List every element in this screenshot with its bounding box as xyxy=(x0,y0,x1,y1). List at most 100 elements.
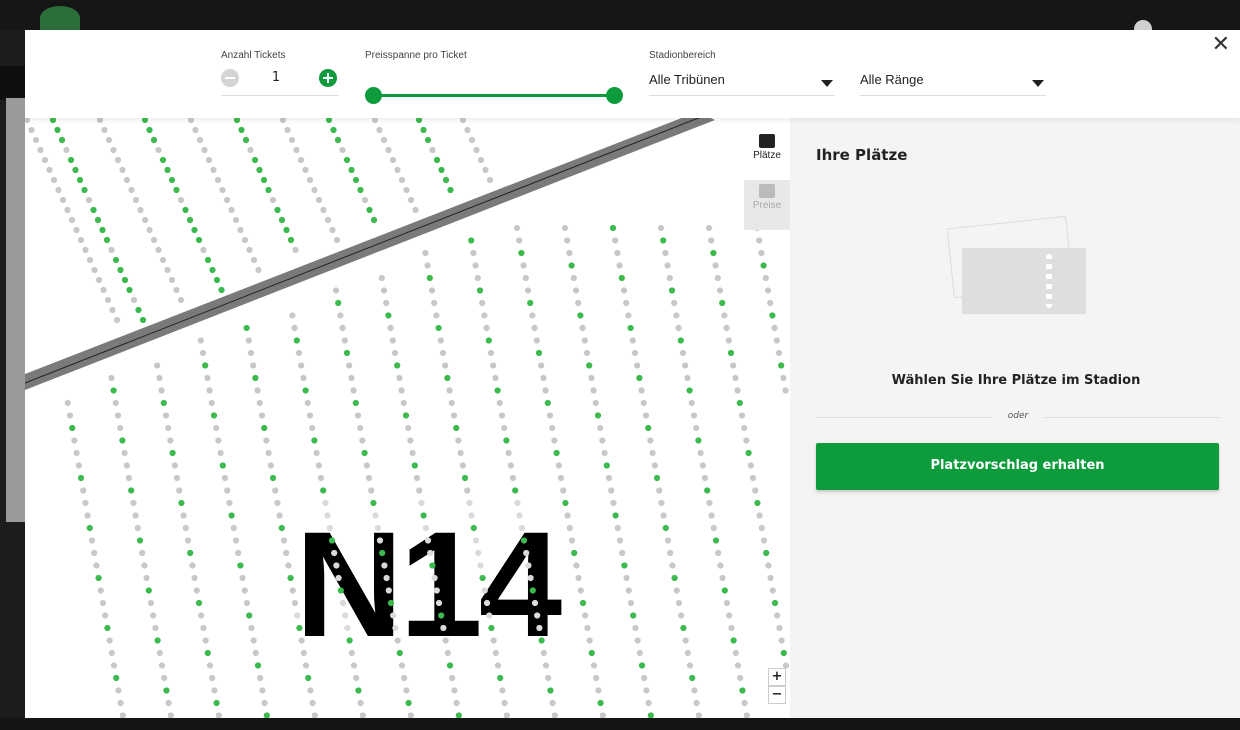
seat[interactable] xyxy=(246,246,253,254)
seat[interactable] xyxy=(119,712,126,718)
seat[interactable] xyxy=(736,399,743,407)
seat[interactable] xyxy=(470,524,477,532)
seat[interactable] xyxy=(516,512,523,519)
seat[interactable] xyxy=(152,624,159,632)
seat[interactable] xyxy=(219,186,226,194)
seat[interactable] xyxy=(468,136,476,144)
seat[interactable] xyxy=(247,349,255,357)
seat[interactable] xyxy=(747,462,754,469)
seat[interactable] xyxy=(664,262,671,269)
seat[interactable] xyxy=(566,249,573,257)
seat[interactable] xyxy=(114,412,122,419)
seat[interactable] xyxy=(91,549,98,557)
seat[interactable] xyxy=(371,118,379,124)
seat[interactable] xyxy=(287,574,294,582)
seat[interactable] xyxy=(95,574,102,582)
seat[interactable] xyxy=(284,126,291,134)
seat[interactable] xyxy=(431,574,438,582)
seat[interactable] xyxy=(553,449,560,457)
seat[interactable] xyxy=(691,687,698,694)
price-range-slider[interactable] xyxy=(365,86,625,106)
seat[interactable] xyxy=(431,299,438,307)
seat[interactable] xyxy=(294,612,301,619)
seat[interactable] xyxy=(209,266,216,274)
seat[interactable] xyxy=(106,637,113,644)
seat[interactable] xyxy=(158,662,166,669)
seat[interactable] xyxy=(383,574,390,582)
seat[interactable] xyxy=(705,224,713,232)
seat[interactable] xyxy=(25,118,31,124)
seat[interactable] xyxy=(429,146,436,154)
tribune-select[interactable]: Alle Tribünen xyxy=(649,66,835,96)
seat[interactable] xyxy=(771,324,778,332)
seat[interactable] xyxy=(41,156,49,164)
seat[interactable] xyxy=(72,166,79,174)
seat[interactable] xyxy=(662,249,669,257)
seat[interactable] xyxy=(440,624,447,632)
seat[interactable] xyxy=(117,266,124,274)
seat[interactable] xyxy=(706,499,713,507)
seat[interactable] xyxy=(191,226,198,234)
seat[interactable] xyxy=(242,136,250,144)
seat[interactable] xyxy=(50,176,58,184)
seat[interactable] xyxy=(263,437,270,444)
seat[interactable] xyxy=(380,287,388,294)
seat[interactable] xyxy=(206,387,213,394)
seat[interactable] xyxy=(608,487,615,494)
seat[interactable] xyxy=(776,624,783,632)
seat[interactable] xyxy=(213,276,221,284)
seat[interactable] xyxy=(296,624,303,632)
seat[interactable] xyxy=(583,349,591,357)
seat[interactable] xyxy=(269,474,277,482)
seat[interactable] xyxy=(763,549,770,557)
seat[interactable] xyxy=(128,487,135,494)
seat[interactable] xyxy=(695,437,702,444)
seat[interactable] xyxy=(741,699,748,707)
seat[interactable] xyxy=(300,374,307,382)
seat[interactable] xyxy=(333,562,340,569)
seat[interactable] xyxy=(669,562,676,569)
seat[interactable] xyxy=(387,324,394,332)
seat[interactable] xyxy=(433,312,440,319)
seat[interactable] xyxy=(470,249,477,257)
seat[interactable] xyxy=(405,424,412,432)
seat[interactable] xyxy=(359,437,366,444)
seat[interactable] xyxy=(429,562,436,569)
seat[interactable] xyxy=(474,274,481,282)
seat[interactable] xyxy=(689,674,696,682)
seat[interactable] xyxy=(192,126,199,134)
seat[interactable] xyxy=(561,224,569,232)
seat[interactable] xyxy=(167,712,174,718)
seat[interactable] xyxy=(544,399,551,407)
seat[interactable] xyxy=(368,487,375,494)
seat[interactable] xyxy=(306,412,314,419)
seat[interactable] xyxy=(614,524,621,532)
seat[interactable] xyxy=(218,286,225,294)
seat[interactable] xyxy=(195,599,203,607)
seat[interactable] xyxy=(739,687,746,694)
seat[interactable] xyxy=(758,249,765,257)
seat[interactable] xyxy=(476,287,484,294)
seat[interactable] xyxy=(483,324,490,332)
seat[interactable] xyxy=(173,474,181,482)
seat[interactable] xyxy=(165,699,172,707)
seat[interactable] xyxy=(206,662,214,669)
seat[interactable] xyxy=(549,699,556,707)
seat[interactable] xyxy=(693,699,700,707)
seat[interactable] xyxy=(85,196,93,204)
seat[interactable] xyxy=(169,449,176,457)
seat[interactable] xyxy=(518,249,525,257)
seat[interactable] xyxy=(250,256,258,264)
seat[interactable] xyxy=(398,176,406,184)
seat[interactable] xyxy=(473,146,480,154)
seat[interactable] xyxy=(108,374,115,382)
seat[interactable] xyxy=(119,166,126,174)
seat[interactable] xyxy=(331,549,338,557)
seat[interactable] xyxy=(341,337,348,344)
seat[interactable] xyxy=(121,276,129,284)
seat[interactable] xyxy=(542,387,549,394)
seat[interactable] xyxy=(640,399,647,407)
seat[interactable] xyxy=(771,599,779,607)
seat[interactable] xyxy=(769,587,776,594)
seat[interactable] xyxy=(447,186,454,194)
